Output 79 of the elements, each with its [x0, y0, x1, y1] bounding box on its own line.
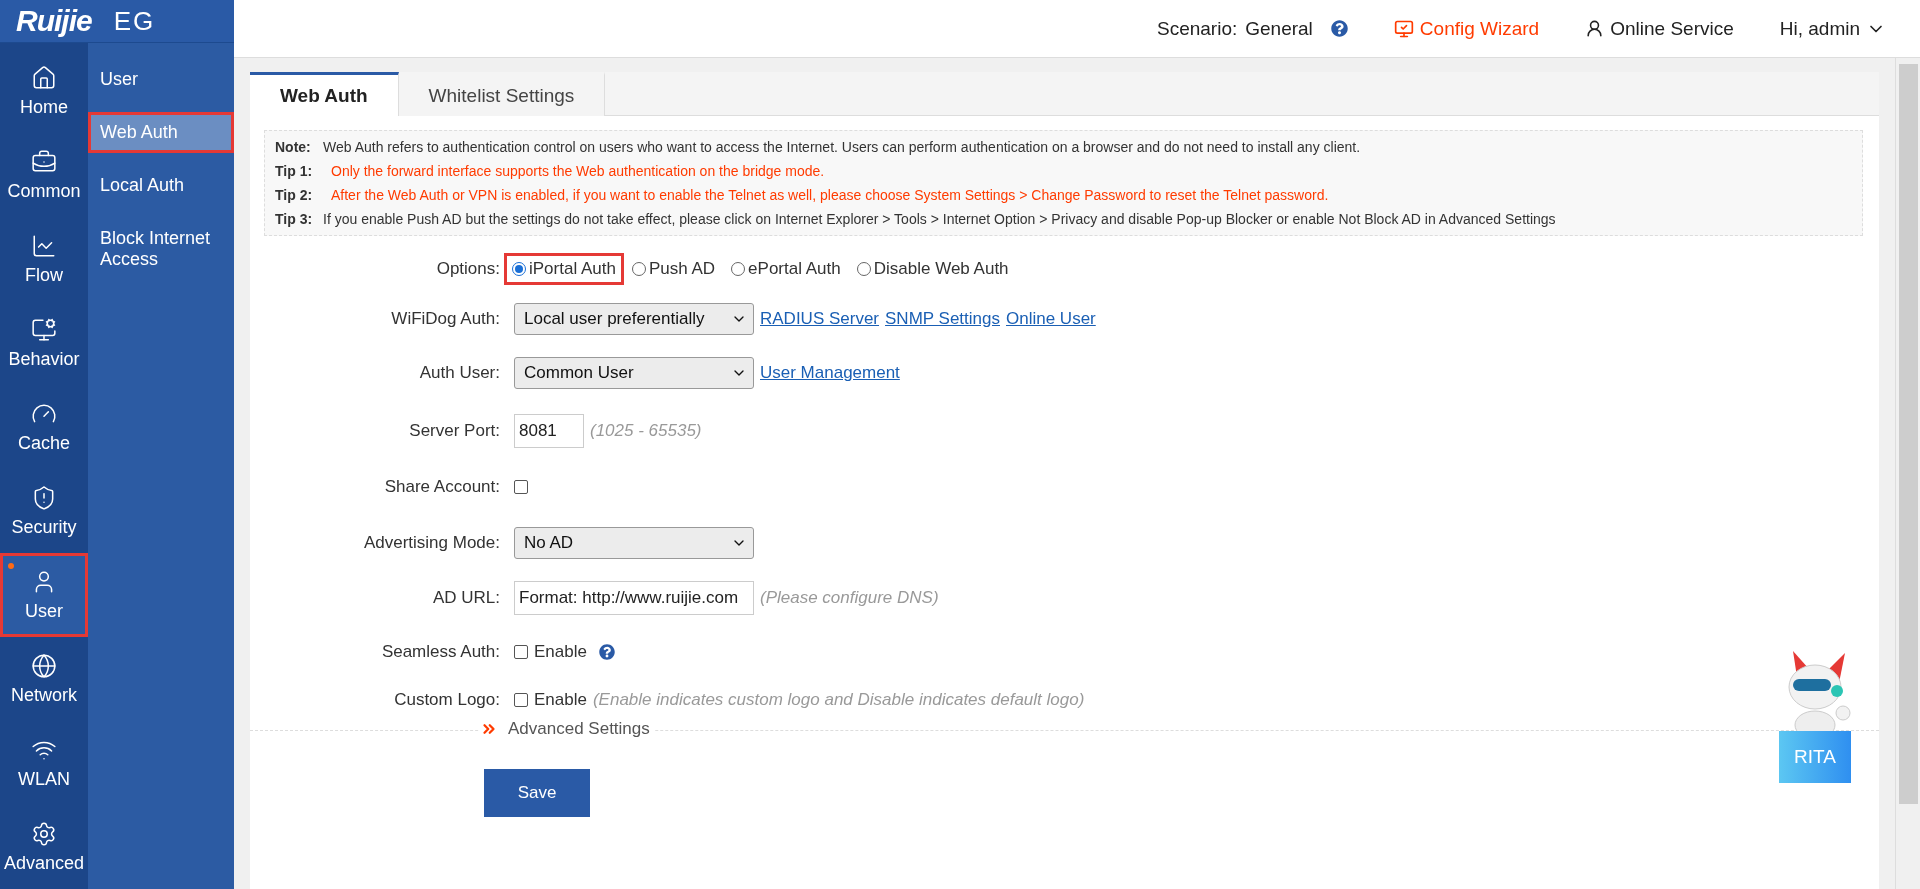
- nav-label: WLAN: [18, 768, 70, 790]
- nav-label: Home: [20, 96, 68, 118]
- scenario-value: General: [1245, 17, 1313, 40]
- radio-option[interactable]: ePortal Auth: [723, 253, 849, 285]
- nav-item[interactable]: Network: [0, 637, 88, 721]
- dropdown[interactable]: Common User: [514, 357, 754, 389]
- help-icon[interactable]: [1330, 20, 1348, 37]
- save-button[interactable]: Save: [484, 769, 590, 817]
- nav-item[interactable]: User: [0, 553, 88, 637]
- submenu-item[interactable]: User: [88, 59, 234, 100]
- field-label: Advertising Mode:: [362, 533, 500, 553]
- tab[interactable]: Whitelist Settings: [398, 72, 606, 116]
- hint-text: (Enable indicates custom logo and Disable indicates default logo): [592, 690, 1085, 710]
- nav-item[interactable]: Flow: [0, 217, 88, 301]
- nav-label: Advanced: [3, 852, 85, 874]
- link[interactable]: SNMP Settings: [885, 309, 1000, 329]
- nav-item[interactable]: Behavior: [0, 301, 88, 385]
- note-label: Tip 2:: [275, 186, 314, 205]
- submenu-item[interactable]: Local Auth: [88, 165, 234, 206]
- person-icon: [1585, 19, 1605, 38]
- nav-label: Common: [7, 180, 81, 202]
- dropdown[interactable]: Local user preferentially: [514, 303, 754, 335]
- checkbox[interactable]: [514, 645, 528, 659]
- nav-item[interactable]: Common: [0, 133, 88, 217]
- advanced-settings-link[interactable]: Advanced Settings: [480, 719, 654, 739]
- scrollbar-thumb[interactable]: [1898, 64, 1918, 804]
- radio-option[interactable]: Push AD: [623, 253, 724, 285]
- globe-icon: [31, 652, 57, 679]
- online-service-link[interactable]: Online Service: [1585, 17, 1734, 40]
- logo: Ruijie: [16, 4, 92, 38]
- checkbox-label: Enable: [534, 690, 587, 710]
- note-text: After the Web Auth or VPN is enabled, if you want to enable the Telnet as well, please choose System Settings > Change Password to reset the Telnet password.: [331, 186, 1329, 205]
- product-name: EG: [113, 5, 156, 37]
- note-text: Web Auth refers to authentication control on users who want to access the Internet. Users can perform authentication on a browser and do not need to install any client.: [323, 138, 1361, 157]
- home-icon: [31, 64, 57, 91]
- nav-item[interactable]: WLAN: [0, 721, 88, 805]
- note-text: If you enable Push AD but the settings do not take effect, please click on Internet Explorer > Tools > Internet Option > Privacy and disable Pop-up Blocker or enable Not Block AD in Advanced Settings: [323, 210, 1556, 229]
- field-label: Auth User:: [418, 363, 500, 383]
- nav-item[interactable]: Cache: [0, 385, 88, 469]
- field-label: Custom Logo:: [393, 690, 500, 710]
- field-label: WiFiDog Auth:: [390, 309, 500, 329]
- radio-option[interactable]: Disable Web Auth: [848, 253, 1017, 285]
- radio-option[interactable]: iPortal Auth: [504, 253, 624, 285]
- nav-label: Network: [11, 684, 77, 706]
- tab[interactable]: Web Auth: [250, 72, 399, 116]
- nav-label: Security: [11, 516, 77, 538]
- nav-item[interactable]: Home: [0, 49, 88, 133]
- gear-icon: [31, 820, 57, 847]
- link[interactable]: User Management: [760, 363, 900, 383]
- checkbox[interactable]: [514, 693, 528, 707]
- field-label: Options:: [435, 259, 500, 279]
- user-menu[interactable]: Hi, admin: [1779, 17, 1886, 40]
- hint-text: (1025 - 65535): [590, 421, 702, 441]
- nav-label: Flow: [25, 264, 63, 286]
- nav-label: User: [25, 600, 63, 622]
- input-field[interactable]: Format: http://www.ruijie.com: [514, 581, 754, 615]
- note-label: Note:: [275, 138, 312, 157]
- checkbox[interactable]: [514, 480, 528, 494]
- checkbox-label: Enable: [534, 642, 587, 662]
- help-icon[interactable]: [598, 644, 615, 660]
- hint-text: (Please configure DNS): [760, 588, 939, 608]
- link[interactable]: RADIUS Server: [760, 309, 880, 329]
- submenu-item[interactable]: Block Internet Access: [88, 218, 234, 280]
- config-wizard-link[interactable]: Config Wizard: [1393, 17, 1540, 40]
- nav-label: Cache: [18, 432, 70, 454]
- note-label: Tip 1:: [275, 162, 314, 181]
- field-label: AD URL:: [431, 588, 500, 608]
- note-label: Tip 3:: [275, 210, 313, 229]
- link[interactable]: Online User: [1006, 309, 1096, 329]
- nav-label: Behavior: [8, 348, 80, 370]
- note-text: Only the forward interface supports the Web authentication on the bridge mode.: [331, 162, 825, 181]
- input-field[interactable]: 8081: [514, 414, 584, 448]
- field-label: Share Account:: [383, 477, 500, 497]
- nav-item[interactable]: Security: [0, 469, 88, 553]
- field-label: Seamless Auth:: [380, 642, 500, 662]
- scenario-label: Scenario:: [1156, 17, 1238, 40]
- dropdown[interactable]: No AD: [514, 527, 754, 559]
- nav-item[interactable]: Advanced: [0, 805, 88, 889]
- field-label: Server Port:: [408, 421, 500, 441]
